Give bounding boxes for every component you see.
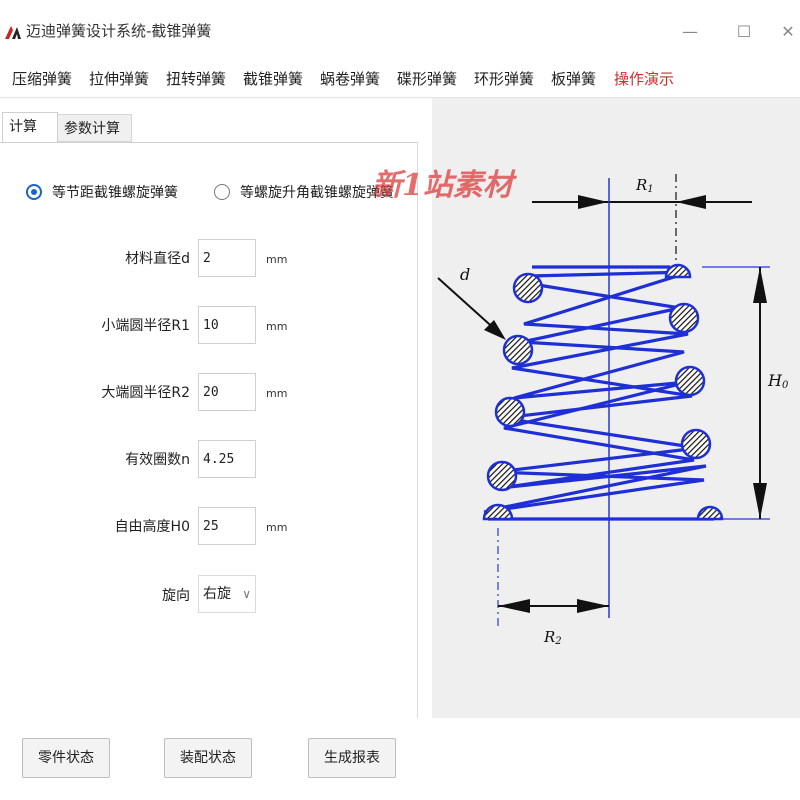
- h0-arrow-top: [753, 267, 767, 303]
- free-height-unit: mm: [266, 521, 288, 534]
- menu-leaf-spring[interactable]: 板弹簧: [551, 68, 596, 89]
- menu-bar: 压缩弹簧 拉伸弹簧 扭转弹簧 截锥弹簧 蜗卷弹簧 碟形弹簧 环形弹簧 板弹簧 操…: [0, 60, 800, 98]
- menu-torsion-spring[interactable]: 扭转弹簧: [166, 68, 226, 89]
- menu-extension-spring[interactable]: 拉伸弹簧: [89, 68, 149, 89]
- generate-report-button[interactable]: 生成报表: [308, 738, 396, 778]
- radio-equal-pitch[interactable]: 等节距截锥螺旋弹簧: [26, 182, 178, 202]
- r1-arrow-right: [676, 195, 706, 209]
- small-radius-label: 小端圆半径R1: [101, 318, 190, 334]
- calculation-panel: 计算 参数计算 等节距截锥螺旋弹簧 等螺旋升角截锥螺旋弹簧 材料直径d mm 小…: [0, 98, 432, 718]
- small-radius-unit: mm: [266, 320, 288, 333]
- d-label: d: [460, 265, 470, 284]
- r1-arrow-left: [578, 195, 608, 209]
- watermark-text: 新1站素材: [372, 168, 513, 203]
- r2-arrow-left: [498, 599, 530, 613]
- small-radius-input[interactable]: [198, 306, 256, 344]
- wire-diameter-label: 材料直径d: [125, 251, 190, 267]
- assembly-state-button[interactable]: 装配状态: [164, 738, 252, 778]
- active-coils-input[interactable]: [198, 440, 256, 478]
- window-title: 迈迪弹簧设计系统-截锥弹簧: [26, 22, 212, 40]
- free-height-label: 自由高度H0: [114, 519, 190, 535]
- active-coils-label: 有效圈数n: [125, 452, 190, 468]
- wire-diameter-input[interactable]: [198, 239, 256, 277]
- chevron-down-icon: ∨: [242, 587, 251, 601]
- radio-equal-helix-angle[interactable]: 等螺旋升角截锥螺旋弹簧: [214, 182, 394, 202]
- part-state-button[interactable]: 零件状态: [22, 738, 110, 778]
- menu-operation-demo[interactable]: 操作演示: [614, 68, 674, 89]
- maximize-button[interactable]: ☐: [724, 16, 764, 48]
- radio-equal-helix-angle-label: 等螺旋升角截锥螺旋弹簧: [240, 185, 394, 201]
- radio-checked-icon[interactable]: [26, 184, 42, 200]
- bottom-bar: 零件状态 装配状态 生成报表: [0, 718, 800, 800]
- winding-direction-value: 右旋: [203, 586, 231, 602]
- menu-conical-spring[interactable]: 截锥弹簧: [243, 68, 303, 89]
- menu-spiral-spring[interactable]: 蜗卷弹簧: [320, 68, 380, 89]
- large-radius-label: 大端圆半径R2: [101, 385, 190, 401]
- app-logo-icon: [5, 26, 21, 39]
- d-leader-line: [437, 277, 499, 333]
- menu-compression-spring[interactable]: 压缩弹簧: [12, 68, 72, 89]
- tab-calc[interactable]: 计算: [2, 112, 58, 142]
- r2-arrow-right: [577, 599, 609, 613]
- radio-equal-pitch-label: 等节距截锥螺旋弹簧: [52, 185, 178, 201]
- large-radius-unit: mm: [266, 387, 288, 400]
- winding-direction-select[interactable]: 右旋 ∨: [198, 575, 256, 613]
- r1-label: R1: [635, 176, 654, 195]
- large-radius-input[interactable]: [198, 373, 256, 411]
- free-height-input[interactable]: [198, 507, 256, 545]
- menu-ring-spring[interactable]: 环形弹簧: [474, 68, 534, 89]
- close-button[interactable]: ✕: [776, 16, 800, 48]
- r2-label: R2: [543, 628, 562, 647]
- winding-direction-label: 旋向: [162, 588, 190, 604]
- wire-diameter-unit: mm: [266, 253, 288, 266]
- tab-content: [0, 142, 418, 718]
- menu-disc-spring[interactable]: 碟形弹簧: [397, 68, 457, 89]
- h0-arrow-bottom: [753, 483, 767, 519]
- minimize-button[interactable]: —: [670, 16, 710, 48]
- title-bar: 迈迪弹簧设计系统-截锥弹簧 — ☐ ✕: [0, 0, 800, 60]
- h0-label: H0: [767, 371, 789, 391]
- tab-param-calc[interactable]: 参数计算: [58, 114, 132, 142]
- radio-unchecked-icon[interactable]: [214, 184, 230, 200]
